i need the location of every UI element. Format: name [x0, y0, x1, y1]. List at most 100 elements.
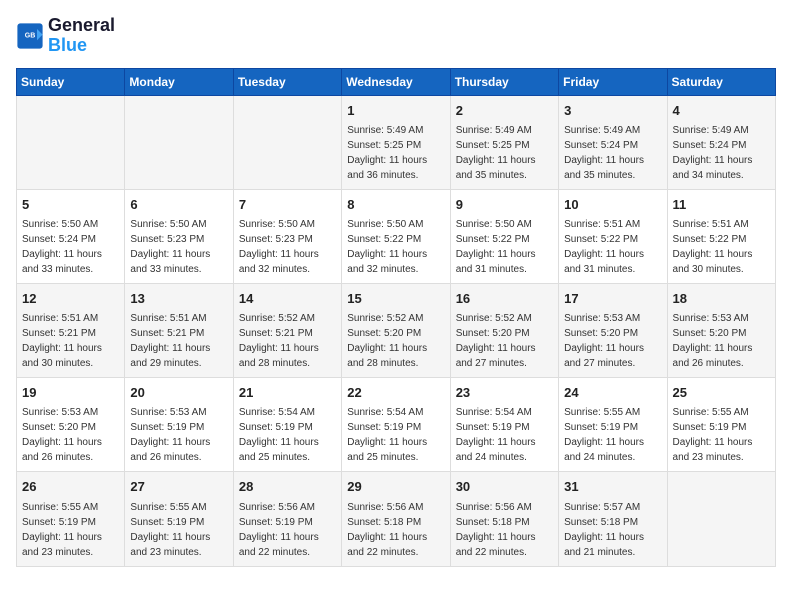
day-info: Sunrise: 5:53 AM Sunset: 5:19 PM Dayligh…	[130, 405, 227, 465]
calendar-cell: 31 Sunrise: 5:57 AM Sunset: 5:18 PM Dayli…	[559, 472, 667, 566]
day-number: 6	[130, 196, 227, 214]
calendar-cell	[17, 95, 125, 189]
weekday-header-tuesday: Tuesday	[233, 68, 341, 95]
calendar-cell: 10 Sunrise: 5:51 AM Sunset: 5:22 PM Dayli…	[559, 189, 667, 283]
day-info: Sunrise: 5:53 AM Sunset: 5:20 PM Dayligh…	[22, 405, 119, 465]
day-info: Sunrise: 5:50 AM Sunset: 5:24 PM Dayligh…	[22, 217, 119, 277]
calendar-cell	[125, 95, 233, 189]
day-info: Sunrise: 5:50 AM Sunset: 5:22 PM Dayligh…	[456, 217, 553, 277]
weekday-header-sunday: Sunday	[17, 68, 125, 95]
day-number: 30	[456, 478, 553, 496]
calendar-cell: 15 Sunrise: 5:52 AM Sunset: 5:20 PM Dayli…	[342, 283, 450, 377]
day-info: Sunrise: 5:53 AM Sunset: 5:20 PM Dayligh…	[673, 311, 770, 371]
day-number: 2	[456, 102, 553, 120]
day-info: Sunrise: 5:52 AM Sunset: 5:20 PM Dayligh…	[456, 311, 553, 371]
day-info: Sunrise: 5:53 AM Sunset: 5:20 PM Dayligh…	[564, 311, 661, 371]
day-info: Sunrise: 5:49 AM Sunset: 5:25 PM Dayligh…	[456, 123, 553, 183]
calendar-cell	[233, 95, 341, 189]
day-number: 11	[673, 196, 770, 214]
day-info: Sunrise: 5:51 AM Sunset: 5:22 PM Dayligh…	[564, 217, 661, 277]
day-number: 16	[456, 290, 553, 308]
day-info: Sunrise: 5:51 AM Sunset: 5:22 PM Dayligh…	[673, 217, 770, 277]
page-header: GB GeneralBlue	[16, 16, 776, 56]
day-info: Sunrise: 5:54 AM Sunset: 5:19 PM Dayligh…	[239, 405, 336, 465]
day-number: 26	[22, 478, 119, 496]
weekday-header-saturday: Saturday	[667, 68, 775, 95]
logo: GB GeneralBlue	[16, 16, 115, 56]
calendar-cell: 14 Sunrise: 5:52 AM Sunset: 5:21 PM Dayli…	[233, 283, 341, 377]
calendar-cell: 24Sunrise: 5:55 AM Sunset: 5:19 PM Dayli…	[559, 378, 667, 472]
calendar-cell: 11 Sunrise: 5:51 AM Sunset: 5:22 PM Dayli…	[667, 189, 775, 283]
weekday-header-wednesday: Wednesday	[342, 68, 450, 95]
day-info: Sunrise: 5:56 AM Sunset: 5:18 PM Dayligh…	[347, 500, 444, 560]
day-info: Sunrise: 5:50 AM Sunset: 5:23 PM Dayligh…	[130, 217, 227, 277]
day-info: Sunrise: 5:51 AM Sunset: 5:21 PM Dayligh…	[22, 311, 119, 371]
day-number: 21	[239, 384, 336, 402]
calendar-table: SundayMondayTuesdayWednesdayThursdayFrid…	[16, 68, 776, 567]
day-info: Sunrise: 5:50 AM Sunset: 5:23 PM Dayligh…	[239, 217, 336, 277]
day-info: Sunrise: 5:52 AM Sunset: 5:21 PM Dayligh…	[239, 311, 336, 371]
week-row-2: 5 Sunrise: 5:50 AM Sunset: 5:24 PM Daylig…	[17, 189, 776, 283]
calendar-cell	[667, 472, 775, 566]
calendar-cell: 9Sunrise: 5:50 AM Sunset: 5:22 PM Daylig…	[450, 189, 558, 283]
calendar-cell: 12 Sunrise: 5:51 AM Sunset: 5:21 PM Dayli…	[17, 283, 125, 377]
day-number: 15	[347, 290, 444, 308]
logo-text: GeneralBlue	[48, 16, 115, 56]
day-number: 20	[130, 384, 227, 402]
calendar-cell: 27 Sunrise: 5:55 AM Sunset: 5:19 PM Dayli…	[125, 472, 233, 566]
weekday-header-row: SundayMondayTuesdayWednesdayThursdayFrid…	[17, 68, 776, 95]
day-info: Sunrise: 5:55 AM Sunset: 5:19 PM Dayligh…	[130, 500, 227, 560]
calendar-cell: 3 Sunrise: 5:49 AM Sunset: 5:24 PM Daylig…	[559, 95, 667, 189]
logo-icon: GB	[16, 22, 44, 50]
day-number: 14	[239, 290, 336, 308]
calendar-cell: 30Sunrise: 5:56 AM Sunset: 5:18 PM Dayli…	[450, 472, 558, 566]
day-number: 3	[564, 102, 661, 120]
day-info: Sunrise: 5:51 AM Sunset: 5:21 PM Dayligh…	[130, 311, 227, 371]
day-info: Sunrise: 5:50 AM Sunset: 5:22 PM Dayligh…	[347, 217, 444, 277]
day-info: Sunrise: 5:52 AM Sunset: 5:20 PM Dayligh…	[347, 311, 444, 371]
day-number: 18	[673, 290, 770, 308]
calendar-cell: 6 Sunrise: 5:50 AM Sunset: 5:23 PM Daylig…	[125, 189, 233, 283]
day-number: 28	[239, 478, 336, 496]
day-info: Sunrise: 5:49 AM Sunset: 5:24 PM Dayligh…	[564, 123, 661, 183]
day-info: Sunrise: 5:49 AM Sunset: 5:25 PM Dayligh…	[347, 123, 444, 183]
day-number: 8	[347, 196, 444, 214]
week-row-4: 19Sunrise: 5:53 AM Sunset: 5:20 PM Dayli…	[17, 378, 776, 472]
week-row-5: 26 Sunrise: 5:55 AM Sunset: 5:19 PM Dayli…	[17, 472, 776, 566]
calendar-cell: 16 Sunrise: 5:52 AM Sunset: 5:20 PM Dayli…	[450, 283, 558, 377]
calendar-cell: 18 Sunrise: 5:53 AM Sunset: 5:20 PM Dayli…	[667, 283, 775, 377]
calendar-cell: 28 Sunrise: 5:56 AM Sunset: 5:19 PM Dayli…	[233, 472, 341, 566]
day-number: 27	[130, 478, 227, 496]
calendar-cell: 2 Sunrise: 5:49 AM Sunset: 5:25 PM Daylig…	[450, 95, 558, 189]
day-number: 13	[130, 290, 227, 308]
calendar-cell: 8 Sunrise: 5:50 AM Sunset: 5:22 PM Daylig…	[342, 189, 450, 283]
day-number: 17	[564, 290, 661, 308]
day-number: 10	[564, 196, 661, 214]
day-number: 31	[564, 478, 661, 496]
day-number: 29	[347, 478, 444, 496]
day-number: 25	[673, 384, 770, 402]
weekday-header-thursday: Thursday	[450, 68, 558, 95]
day-info: Sunrise: 5:56 AM Sunset: 5:19 PM Dayligh…	[239, 500, 336, 560]
day-info: Sunrise: 5:54 AM Sunset: 5:19 PM Dayligh…	[456, 405, 553, 465]
day-number: 4	[673, 102, 770, 120]
day-number: 1	[347, 102, 444, 120]
day-info: Sunrise: 5:54 AM Sunset: 5:19 PM Dayligh…	[347, 405, 444, 465]
calendar-cell: 7 Sunrise: 5:50 AM Sunset: 5:23 PM Daylig…	[233, 189, 341, 283]
day-number: 23	[456, 384, 553, 402]
calendar-cell: 20 Sunrise: 5:53 AM Sunset: 5:19 PM Dayli…	[125, 378, 233, 472]
day-info: Sunrise: 5:57 AM Sunset: 5:18 PM Dayligh…	[564, 500, 661, 560]
calendar-cell: 4Sunrise: 5:49 AM Sunset: 5:24 PM Daylig…	[667, 95, 775, 189]
week-row-1: 1 Sunrise: 5:49 AM Sunset: 5:25 PM Daylig…	[17, 95, 776, 189]
week-row-3: 12 Sunrise: 5:51 AM Sunset: 5:21 PM Dayli…	[17, 283, 776, 377]
calendar-cell: 26 Sunrise: 5:55 AM Sunset: 5:19 PM Dayli…	[17, 472, 125, 566]
calendar-cell: 19Sunrise: 5:53 AM Sunset: 5:20 PM Dayli…	[17, 378, 125, 472]
day-number: 24	[564, 384, 661, 402]
day-info: Sunrise: 5:55 AM Sunset: 5:19 PM Dayligh…	[673, 405, 770, 465]
day-number: 12	[22, 290, 119, 308]
calendar-cell: 23 Sunrise: 5:54 AM Sunset: 5:19 PM Dayli…	[450, 378, 558, 472]
day-number: 7	[239, 196, 336, 214]
day-info: Sunrise: 5:55 AM Sunset: 5:19 PM Dayligh…	[22, 500, 119, 560]
day-number: 22	[347, 384, 444, 402]
day-number: 5	[22, 196, 119, 214]
